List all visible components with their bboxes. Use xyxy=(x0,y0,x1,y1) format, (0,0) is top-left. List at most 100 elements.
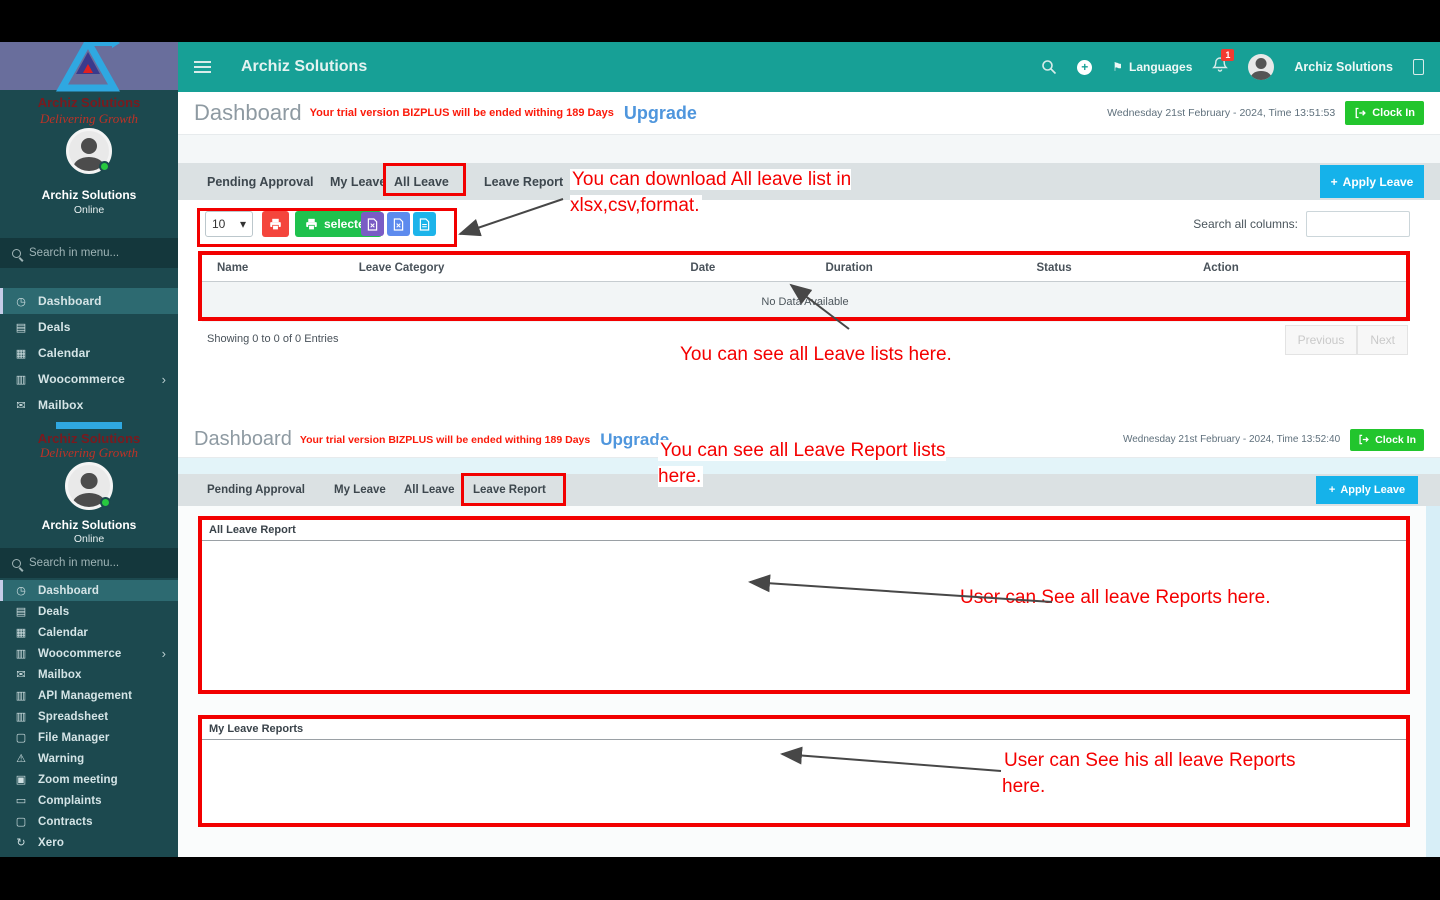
tab-pending-approval[interactable]: Pending Approval xyxy=(207,175,314,189)
sidebar-2: Archiz Solutions Delivering Growth Archi… xyxy=(0,422,178,857)
next-page-button[interactable]: Next xyxy=(1357,325,1408,355)
sidebar-item-mailbox[interactable]: ✉ Mailbox xyxy=(0,664,178,685)
pagination: Previous Next xyxy=(1284,325,1408,355)
print-button[interactable] xyxy=(262,211,289,237)
sidebar-item-zoom-meeting[interactable]: ▣ Zoom meeting xyxy=(0,769,178,790)
column-header-name[interactable]: Name xyxy=(202,262,359,274)
table-header-row: Name Leave Category Date Duration Status… xyxy=(202,254,1408,282)
sidebar-item-spreadsheet[interactable]: ▥ Spreadsheet xyxy=(0,706,178,727)
sidebar-search[interactable] xyxy=(0,238,178,268)
page-size-select[interactable]: 10 ▾ xyxy=(205,211,253,237)
sidebar-item-calendar[interactable]: ▦ Calendar xyxy=(0,622,178,643)
sidebar-item-complaints[interactable]: ▭ Complaints xyxy=(0,790,178,811)
apply-leave-button[interactable]: + Apply Leave xyxy=(1320,165,1424,198)
zoom-meeting-icon: ▣ xyxy=(15,774,27,786)
user-avatar[interactable] xyxy=(1248,54,1275,80)
tab-my-leave[interactable]: My Leave xyxy=(334,484,386,496)
app-header: Archiz Solutions + ⚑ Languages 1 Archiz … xyxy=(178,42,1440,92)
sidebar-item-calendar[interactable]: ▦ Calendar xyxy=(0,340,178,366)
printer-icon xyxy=(270,218,281,230)
sidebar-search-input[interactable] xyxy=(29,247,149,259)
all-leave-table: Name Leave Category Date Duration Status… xyxy=(202,254,1408,322)
sidebar-item-warning[interactable]: ⚠ Warning xyxy=(0,748,178,769)
languages-menu[interactable]: ⚑ Languages xyxy=(1112,60,1192,74)
sidebar-item-label: Woocommerce xyxy=(38,372,125,386)
sidebar-item-label: Dashboard xyxy=(38,584,99,597)
panel-title: All Leave Report xyxy=(209,523,296,536)
column-header-leave-category[interactable]: Leave Category xyxy=(359,262,691,274)
sidebar-item-contracts[interactable]: ▢ Contracts xyxy=(0,811,178,832)
quick-add-button[interactable]: + xyxy=(1077,59,1093,75)
sidebar-item-deals[interactable]: ▤ Deals xyxy=(0,601,178,622)
tab-leave-report[interactable]: Leave Report xyxy=(484,175,563,189)
previous-page-button[interactable]: Previous xyxy=(1284,325,1358,355)
column-header-action[interactable]: Action xyxy=(1203,262,1408,274)
scrollbar-track[interactable] xyxy=(1426,506,1440,857)
column-header-date[interactable]: Date xyxy=(690,262,825,274)
page-header-1: Dashboard Your trial version BIZPLUS wil… xyxy=(178,92,1440,135)
search-icon xyxy=(12,248,21,258)
brand-tagline: Delivering Growth xyxy=(39,111,139,126)
apply-leave-label: Apply Leave xyxy=(1340,484,1406,496)
sidebar-item-woocommerce[interactable]: ▥ Woocommerce › xyxy=(0,643,178,664)
file-excel-icon xyxy=(367,217,378,231)
profile-name: Archiz Solutions xyxy=(41,188,137,202)
sidebar-item-label: File Manager xyxy=(38,731,110,744)
sidebar-1: Archiz Solutions Delivering Growth Archi… xyxy=(0,42,178,422)
warning-icon: ⚠ xyxy=(16,753,26,765)
apply-leave-button[interactable]: + Apply Leave xyxy=(1316,476,1418,504)
trial-warning-text: Your trial version BIZPLUS will be ended… xyxy=(309,107,614,119)
upgrade-link[interactable]: Upgrade xyxy=(600,430,669,450)
search-all-columns-label: Search all columns: xyxy=(1193,217,1298,231)
online-status-dot xyxy=(99,161,110,172)
sidebar-item-label: Mailbox xyxy=(38,668,82,681)
sidebar-item-label: Warning xyxy=(38,752,85,765)
brand-tagline: Delivering Growth xyxy=(39,445,139,460)
search-icon xyxy=(12,558,21,568)
notifications-button[interactable]: 1 xyxy=(1212,49,1235,78)
sidebar-item-api-management[interactable]: ▥ API Management xyxy=(0,685,178,706)
brand-logo-partial xyxy=(0,422,178,430)
page-title: Dashboard xyxy=(194,100,302,125)
hamburger-menu-icon[interactable] xyxy=(194,66,211,68)
clock-in-button[interactable]: Clock In xyxy=(1350,428,1424,451)
sidebar-item-mailbox[interactable]: ✉ Mailbox xyxy=(0,392,178,418)
tab-leave-report[interactable]: Leave Report xyxy=(473,484,546,496)
sidebar-search-input[interactable] xyxy=(29,557,149,569)
sidebar-item-deals[interactable]: ▤ Deals xyxy=(0,314,178,340)
apply-leave-label: Apply Leave xyxy=(1342,174,1414,189)
archiz-logo-icon xyxy=(56,42,120,92)
clock-in-button[interactable]: Clock In xyxy=(1345,101,1424,125)
sidebar-item-woocommerce[interactable]: ▥ Woocommerce › xyxy=(0,366,178,392)
api-management-icon: ▥ xyxy=(15,690,27,702)
datetime-text: Wednesday 21st February - 2024, Time 13:… xyxy=(1107,107,1336,119)
search-all-columns-input[interactable] xyxy=(1306,211,1410,237)
leave-tabs-1: Pending Approval My Leave All Leave Leav… xyxy=(178,163,1440,200)
tab-all-leave[interactable]: All Leave xyxy=(404,484,455,496)
tab-all-leave[interactable]: All Leave xyxy=(394,175,449,189)
tab-my-leave[interactable]: My Leave xyxy=(330,175,386,189)
tab-pending-approval[interactable]: Pending Approval xyxy=(207,484,305,496)
device-icon[interactable] xyxy=(1413,59,1424,75)
chevron-right-icon: › xyxy=(161,371,166,387)
my-leave-reports-panel: My Leave Reports xyxy=(201,717,1409,824)
column-header-duration[interactable]: Duration xyxy=(825,262,1036,274)
sidebar-search[interactable] xyxy=(0,548,178,578)
header-search-button[interactable] xyxy=(1041,59,1057,75)
sidebar-item-file-manager[interactable]: ▢ File Manager xyxy=(0,727,178,748)
sidebar-item-label: API Management xyxy=(38,689,133,702)
sidebar-item-xero[interactable]: ↻ Xero xyxy=(0,832,178,853)
trial-warning-text: Your trial version BIZPLUS will be ended… xyxy=(299,433,591,446)
sidebar-item-dashboard[interactable]: ◷ Dashboard xyxy=(0,580,178,601)
profile-avatar[interactable] xyxy=(66,128,112,174)
sidebar-item-dashboard[interactable]: ◷ Dashboard xyxy=(0,288,178,314)
column-header-status[interactable]: Status xyxy=(1037,262,1203,274)
profile-avatar[interactable] xyxy=(65,462,113,510)
search-all-columns: Search all columns: xyxy=(1193,211,1410,237)
export-xlsx-button[interactable] xyxy=(361,212,384,236)
export-csv-button[interactable] xyxy=(387,212,410,236)
export-pdf-button[interactable] xyxy=(413,212,436,236)
file-pdf-icon xyxy=(419,217,430,231)
sidebar-item-label: Woocommerce xyxy=(38,647,122,660)
upgrade-link[interactable]: Upgrade xyxy=(624,103,697,124)
